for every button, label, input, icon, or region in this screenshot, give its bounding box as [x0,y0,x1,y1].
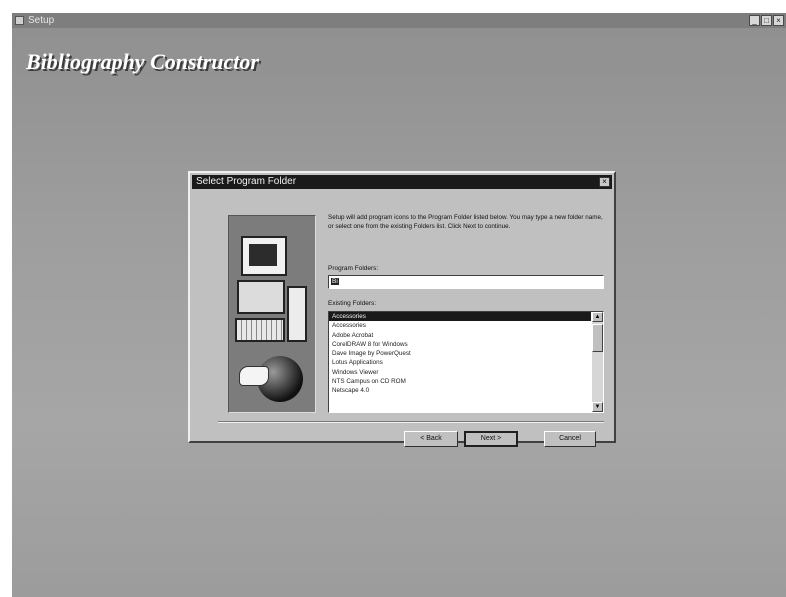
list-item[interactable]: Accessories [329,321,591,330]
app-icon[interactable] [15,16,24,25]
disk-box-icon [287,286,307,342]
list-item[interactable]: CorelDRAW 8 for Windows [329,340,591,349]
select-program-folder-dialog: Select Program Folder × Setup will add p… [188,171,616,447]
program-folder-label: Program Folders: [328,265,379,272]
window-controls: _ □ × [749,15,784,26]
maximize-button[interactable]: □ [761,15,772,26]
window-title: Setup [28,15,55,26]
keyboard-icon [235,318,285,342]
scroll-up-icon[interactable]: ▲ [592,312,603,322]
list-item[interactable] [329,396,591,405]
list-item[interactable]: Lotus Applications [329,358,591,367]
scan-margin-top [0,0,786,13]
list-item[interactable]: Netscape 4.0 [329,386,591,395]
existing-folders-list[interactable]: Accessories Accessories Adobe Acrobat Co… [328,311,604,413]
hand-icon [239,366,269,386]
setup-window: Setup _ □ × Bibliography Constructor Sel… [12,13,786,597]
folders-scrollbar[interactable]: ▲ ▼ [592,312,603,412]
list-item[interactable]: Windows Viewer [329,368,591,377]
cancel-button[interactable]: Cancel [544,431,596,447]
scroll-down-icon[interactable]: ▼ [592,402,603,412]
dialog-divider [218,421,604,423]
dialog-title: Select Program Folder [196,176,297,187]
close-window-button[interactable]: × [773,15,784,26]
dialog-close-button[interactable]: × [599,177,610,187]
window-titlebar[interactable]: Setup _ □ × [12,13,786,28]
existing-folders-label: Existing Folders: [328,300,377,307]
scan-margin-left [0,13,12,597]
minimize-button[interactable]: _ [749,15,760,26]
monitor-icon [241,236,287,276]
installer-banner-title: Bibliography Constructor [26,49,259,74]
next-button[interactable]: Next > [464,431,518,447]
computer-base-icon [237,280,285,314]
computer-globe-illustration [228,215,316,413]
list-item[interactable]: Accessories [329,312,591,322]
list-item[interactable]: Dave Image by PowerQuest [329,349,591,358]
program-folder-input[interactable]: Bi [328,275,604,289]
dialog-instructions: Setup will add program icons to the Prog… [328,214,603,230]
dialog-titlebar[interactable]: Select Program Folder × [192,175,612,189]
back-button[interactable]: < Back [404,431,458,447]
list-item[interactable]: Adobe Acrobat [329,331,591,340]
scroll-thumb[interactable] [592,324,603,352]
list-item[interactable]: NTS Campus on CD ROM [329,377,591,386]
program-folder-value: Bi [331,278,339,285]
folder-items: Accessories Accessories Adobe Acrobat Co… [329,312,591,405]
